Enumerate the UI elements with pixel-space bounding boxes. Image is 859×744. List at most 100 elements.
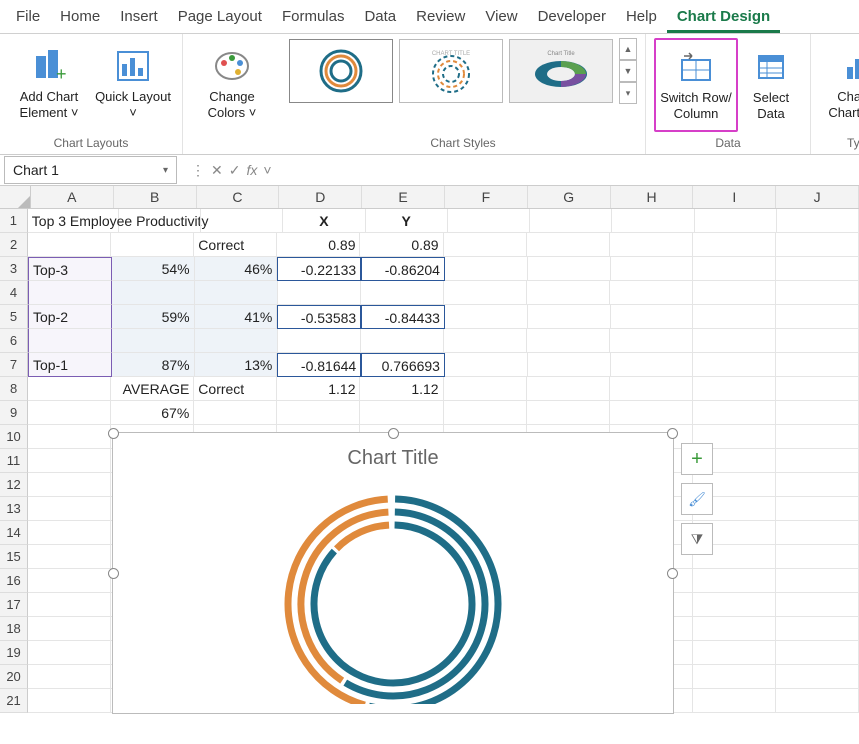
col-header-E[interactable]: E [362, 186, 445, 208]
row-header-13[interactable]: 13 [0, 497, 28, 521]
cell-G9[interactable] [527, 401, 610, 425]
cell-A9[interactable] [28, 401, 111, 425]
switch-row-column-button[interactable]: Switch Row/ Column [654, 38, 738, 132]
cell-E3[interactable]: -0.86204 [361, 257, 445, 281]
cell-J19[interactable] [776, 641, 859, 665]
formula-input[interactable] [282, 159, 859, 181]
cell-G3[interactable] [528, 257, 611, 281]
select-all-corner[interactable] [0, 186, 31, 208]
cell-A2[interactable] [28, 233, 111, 257]
cell-I9[interactable] [693, 401, 776, 425]
cell-A7[interactable]: Top-1 [28, 353, 112, 377]
cell-C5[interactable]: 41% [195, 305, 278, 329]
cell-J6[interactable] [776, 329, 859, 353]
row-header-2[interactable]: 2 [0, 233, 28, 257]
cell-G6[interactable] [527, 329, 610, 353]
row-header-21[interactable]: 21 [0, 689, 28, 713]
col-header-D[interactable]: D [279, 186, 362, 208]
cell-J21[interactable] [776, 689, 859, 713]
row-header-10[interactable]: 10 [0, 425, 28, 449]
cell-A17[interactable] [28, 593, 111, 617]
cell-J17[interactable] [776, 593, 859, 617]
cell-E8[interactable]: 1.12 [360, 377, 443, 401]
chart-style-1[interactable] [289, 39, 393, 103]
cell-I8[interactable] [693, 377, 776, 401]
chart-style-scroll[interactable]: ▲ ▼ ▾ [619, 38, 637, 104]
chart-style-scroll-down[interactable]: ▼ [619, 60, 637, 82]
cell-E9[interactable] [360, 401, 443, 425]
cell-D1[interactable]: X [283, 209, 365, 233]
cell-H1[interactable] [612, 209, 694, 233]
tab-file[interactable]: File [6, 2, 50, 33]
row-header-12[interactable]: 12 [0, 473, 28, 497]
cell-B5[interactable]: 59% [112, 305, 195, 329]
resize-handle[interactable] [108, 568, 119, 579]
cell-G2[interactable] [527, 233, 610, 257]
cell-B2[interactable] [111, 233, 194, 257]
tab-help[interactable]: Help [616, 2, 667, 33]
cell-J3[interactable] [776, 257, 859, 281]
cell-D2[interactable]: 0.89 [277, 233, 360, 257]
change-chart-type-button[interactable]: Change Chart Type [819, 38, 859, 130]
cell-A10[interactable] [28, 425, 111, 449]
row-header-1[interactable]: 1 [0, 209, 28, 233]
chart-styles-button[interactable]: 🖌 [681, 483, 713, 515]
row-header-17[interactable]: 17 [0, 593, 28, 617]
chart-style-2[interactable]: CHART TITLE [399, 39, 503, 103]
tab-home[interactable]: Home [50, 2, 110, 33]
cell-E7[interactable]: 0.766693 [361, 353, 445, 377]
cell-B4[interactable] [112, 281, 195, 305]
cell-B8[interactable]: AVERAGE [111, 377, 194, 401]
cell-D6[interactable] [278, 329, 361, 353]
cell-F9[interactable] [444, 401, 527, 425]
cell-D9[interactable] [277, 401, 360, 425]
cell-J10[interactable] [776, 425, 859, 449]
tab-insert[interactable]: Insert [110, 2, 168, 33]
cell-E4[interactable] [361, 281, 444, 305]
embedded-chart[interactable]: Chart Title + 🖌 ⧩ [112, 432, 674, 714]
tab-review[interactable]: Review [406, 2, 475, 33]
cell-J16[interactable] [776, 569, 859, 593]
tab-data[interactable]: Data [354, 2, 406, 33]
tab-chart-design[interactable]: Chart Design [667, 2, 780, 33]
col-header-H[interactable]: H [611, 186, 694, 208]
cell-D8[interactable]: 1.12 [277, 377, 360, 401]
cell-H8[interactable] [610, 377, 693, 401]
cell-H2[interactable] [610, 233, 693, 257]
cell-I20[interactable] [693, 665, 776, 689]
cell-E1[interactable]: Y [366, 209, 448, 233]
more-icon[interactable]: ⋮ [191, 162, 205, 179]
row-header-19[interactable]: 19 [0, 641, 28, 665]
fx-icon[interactable]: fx [246, 162, 257, 178]
chart-style-more[interactable]: ▾ [619, 82, 637, 104]
tab-view[interactable]: View [475, 2, 527, 33]
cell-J7[interactable] [776, 353, 859, 377]
cell-C2[interactable]: Correct [194, 233, 277, 257]
cell-A19[interactable] [28, 641, 111, 665]
cell-G4[interactable] [527, 281, 610, 305]
cell-G1[interactable] [530, 209, 612, 233]
cell-I6[interactable] [693, 329, 776, 353]
cell-I5[interactable] [693, 305, 776, 329]
row-header-5[interactable]: 5 [0, 305, 28, 329]
cell-A14[interactable] [28, 521, 111, 545]
row-header-16[interactable]: 16 [0, 569, 28, 593]
fx-dropdown-icon[interactable]: ˅ [263, 162, 271, 178]
change-colors-button[interactable]: Change Colors ˅ [191, 38, 273, 130]
cell-A6[interactable] [28, 329, 112, 353]
col-header-C[interactable]: C [197, 186, 280, 208]
cell-A1[interactable]: Top 3 Employee Productivity [28, 209, 119, 233]
cell-A4[interactable] [28, 281, 112, 305]
row-header-15[interactable]: 15 [0, 545, 28, 569]
quick-layout-button[interactable]: Quick Layout ˅ [92, 38, 174, 130]
name-box[interactable]: Chart 1 ▾ [4, 156, 177, 184]
cell-E5[interactable]: -0.84433 [361, 305, 445, 329]
cell-H6[interactable] [610, 329, 693, 353]
select-data-button[interactable]: Select Data [740, 39, 802, 131]
cell-C4[interactable] [195, 281, 278, 305]
cell-J1[interactable] [777, 209, 859, 233]
cell-J4[interactable] [776, 281, 859, 305]
chart-title[interactable]: Chart Title [113, 433, 673, 474]
row-header-20[interactable]: 20 [0, 665, 28, 689]
row-header-11[interactable]: 11 [0, 449, 28, 473]
